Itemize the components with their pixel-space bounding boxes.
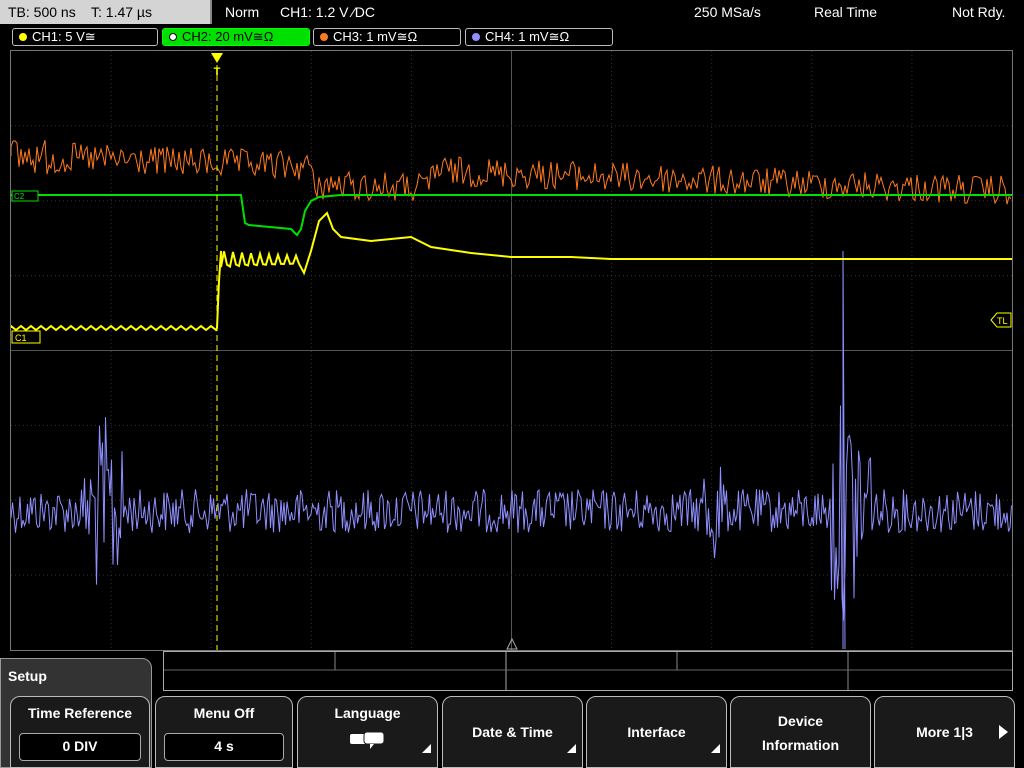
interface-label: Interface bbox=[627, 724, 686, 740]
trigger-marker[interactable]: T bbox=[211, 53, 223, 650]
language-label: Language bbox=[334, 705, 401, 721]
zoom-overview-strip[interactable] bbox=[163, 651, 1013, 691]
channel-2-label: CH2: 20 mV≅Ω bbox=[182, 29, 274, 44]
ch2-dot-icon bbox=[169, 33, 177, 41]
graticule bbox=[11, 51, 1012, 650]
trigger-source[interactable]: CH1: 1.2 V ⁄DC bbox=[280, 0, 375, 24]
ch2-ref-label: C2 bbox=[14, 192, 25, 201]
menu-off-label: Menu Off bbox=[193, 705, 255, 721]
time-reference-label: Time Reference bbox=[27, 705, 132, 721]
trigger-level-label: TL bbox=[997, 316, 1008, 326]
submenu-indicator-icon bbox=[422, 744, 431, 753]
acquisition-mode: Real Time bbox=[814, 4, 878, 20]
channel-4-button[interactable]: CH4: 1 mV≅Ω bbox=[465, 28, 613, 46]
interface-softkey[interactable]: Interface bbox=[586, 696, 727, 768]
date-time-softkey[interactable]: Date & Time bbox=[442, 696, 583, 768]
time-reference-value: 0 DIV bbox=[19, 733, 141, 761]
menu-title: Setup bbox=[8, 668, 47, 684]
sample-rate: 250 MSa/s bbox=[694, 4, 761, 20]
language-softkey[interactable]: Language bbox=[297, 696, 438, 768]
waveform-display[interactable]: T C1 C2 TL bbox=[10, 50, 1013, 651]
trigger-time-value: T: 1.47 µs bbox=[91, 4, 152, 20]
trigger-letter: T bbox=[214, 66, 221, 78]
ch1-ref-label: C1 bbox=[15, 333, 27, 343]
channel-3-button[interactable]: CH3: 1 mV≅Ω bbox=[313, 28, 461, 46]
ch1-reference-marker[interactable]: C1 bbox=[11, 330, 41, 344]
channel-1-button[interactable]: CH1: 5 V≅ bbox=[12, 28, 158, 46]
channel-4-label: CH4: 1 mV≅Ω bbox=[485, 29, 570, 44]
ch2-reference-marker[interactable]: C2 bbox=[11, 190, 39, 202]
submenu-indicator-icon bbox=[567, 744, 576, 753]
waveform-canvas: T C1 C2 TL bbox=[11, 51, 1012, 650]
ready-state: Not Rdy. bbox=[952, 4, 1006, 20]
channel-1-label: CH1: 5 V≅ bbox=[32, 29, 96, 44]
timebase-value: TB: 500 ns bbox=[8, 4, 76, 20]
zoom-strip-grid bbox=[164, 652, 1012, 690]
menu-off-softkey[interactable]: Menu Off 4 s bbox=[155, 696, 293, 768]
trigger-level-marker[interactable]: TL bbox=[990, 312, 1012, 328]
time-reference-softkey[interactable]: Time Reference 0 DIV bbox=[10, 696, 150, 768]
channel-2-button[interactable]: CH2: 20 mV≅Ω bbox=[162, 28, 310, 46]
device-information-softkey[interactable]: Device Information bbox=[730, 696, 871, 768]
ch3-dot-icon bbox=[320, 33, 328, 41]
next-page-arrow-icon bbox=[999, 725, 1008, 739]
ch1-dot-icon bbox=[19, 33, 27, 41]
menu-off-value: 4 s bbox=[164, 733, 284, 761]
trigger-arrow-icon bbox=[211, 53, 223, 63]
submenu-indicator-icon bbox=[711, 744, 720, 753]
channel-3-label: CH3: 1 mV≅Ω bbox=[333, 29, 418, 44]
trigger-mode[interactable]: Norm bbox=[225, 0, 259, 24]
more-softkey[interactable]: More 1|3 bbox=[874, 696, 1015, 768]
ch4-dot-icon bbox=[472, 33, 480, 41]
speech-bubbles-icon bbox=[350, 731, 385, 749]
more-label: More 1|3 bbox=[916, 724, 973, 740]
device-label-line1: Device bbox=[777, 713, 824, 729]
device-label-line2: Information bbox=[762, 737, 839, 753]
date-time-label: Date & Time bbox=[472, 724, 553, 740]
timebase-box[interactable]: TB: 500 ns T: 1.47 µs bbox=[0, 0, 212, 24]
